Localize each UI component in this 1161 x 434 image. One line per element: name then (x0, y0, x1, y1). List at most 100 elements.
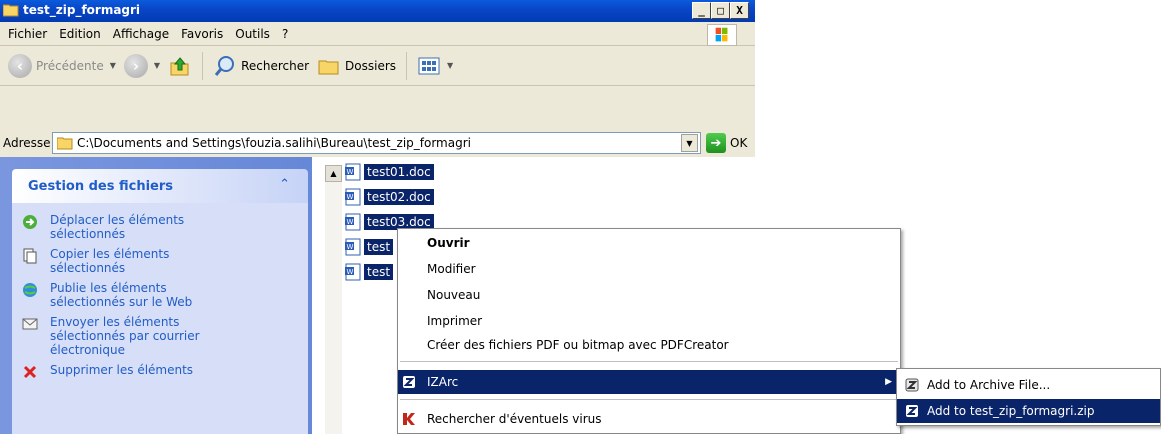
chevron-down-icon[interactable]: ▼ (447, 61, 453, 70)
svg-text:W: W (347, 268, 354, 276)
menu-separator (400, 361, 898, 362)
menu-item-virus-scan[interactable]: Rechercher d'éventuels virus (398, 407, 900, 431)
antivirus-icon (403, 413, 415, 425)
menu-fichier[interactable]: Fichier (2, 27, 53, 41)
file-name: test01.doc (364, 163, 434, 180)
task-copy[interactable]: Copier les éléments sélectionnés (12, 247, 308, 275)
delete-icon (23, 365, 37, 379)
menu-help[interactable]: ? (276, 27, 294, 41)
panel-header[interactable]: Gestion des fichiers ⌃ (12, 169, 308, 203)
task-label: Déplacer les éléments sélectionnés (50, 213, 185, 241)
task-publish[interactable]: Publie les éléments sélectionnés sur le … (12, 281, 308, 309)
scroll-up-arrow-icon[interactable]: ▲ (325, 165, 342, 182)
word-document-icon: W (345, 163, 361, 180)
email-icon (22, 318, 38, 330)
menu-outils[interactable]: Outils (229, 27, 276, 41)
collapse-chevron-icon[interactable]: ⌃ (279, 177, 290, 192)
word-document-icon: W (345, 188, 361, 205)
up-folder-icon (170, 56, 189, 75)
back-label: Précédente (36, 58, 104, 73)
forward-arrow-icon: › (123, 53, 148, 78)
maximize-button[interactable]: □ (711, 2, 730, 19)
word-document-icon: W (345, 263, 361, 280)
address-bar: Adresse C:\Documents and Settings\fouzia… (0, 129, 755, 157)
search-label: Rechercher (241, 58, 310, 73)
views-button[interactable]: ▼ (413, 51, 457, 81)
web-publish-icon (23, 283, 37, 297)
toolbar-separator (406, 51, 408, 80)
menu-edition[interactable]: Edition (53, 27, 107, 41)
go-button[interactable]: ➔ OK (706, 133, 747, 153)
task-label: Supprimer les éléments (50, 363, 194, 377)
context-menu: Ouvrir Modifier Nouveau Imprimer Créer d… (397, 228, 901, 434)
file-name: test (364, 263, 394, 280)
folder-icon (3, 4, 19, 17)
menu-item-imprimer[interactable]: Imprimer (398, 309, 900, 333)
address-path: C:\Documents and Settings\fouzia.salihi\… (77, 136, 471, 150)
file-item[interactable]: W test (344, 261, 394, 282)
izarc-icon (403, 376, 415, 388)
views-grid-icon (418, 57, 440, 74)
menu-favoris[interactable]: Favoris (175, 27, 229, 41)
chevron-down-icon[interactable]: ▼ (110, 61, 116, 70)
izarc-icon (905, 378, 919, 392)
menu-item-pdfcreator[interactable]: Créer des fichiers PDF ou bitmap avec PD… (398, 333, 900, 357)
window-title: test_zip_formagri (23, 3, 141, 17)
menu-separator (400, 399, 898, 400)
title-bar[interactable]: test_zip_formagri _ □ X (0, 0, 755, 22)
search-icon (214, 55, 235, 76)
folder-icon (57, 137, 73, 150)
vertical-scrollbar[interactable]: ▲ (325, 165, 342, 434)
izarc-icon (906, 405, 918, 417)
move-icon (23, 215, 37, 229)
menu-affichage[interactable]: Affichage (107, 27, 175, 41)
file-item[interactable]: W test (344, 236, 394, 257)
toolbar: ‹ Précédente ▼ › ▼ Rechercher Dossiers ▼ (0, 46, 755, 86)
address-input[interactable]: C:\Documents and Settings\fouzia.salihi\… (52, 132, 701, 154)
task-email[interactable]: Envoyer les éléments sélectionnés par co… (12, 315, 308, 357)
forward-button[interactable]: › ▼ (120, 51, 164, 81)
up-folder-button[interactable] (164, 51, 196, 81)
file-name: test02.doc (364, 188, 434, 205)
address-dropdown-button[interactable]: ▼ (681, 134, 698, 152)
panel-body: Déplacer les éléments sélectionnés Copie… (12, 203, 308, 434)
back-button[interactable]: ‹ Précédente ▼ (4, 51, 120, 81)
search-button[interactable]: Rechercher (209, 51, 313, 81)
folders-icon (318, 60, 339, 74)
task-label: Publie les éléments sélectionnés sur le … (50, 281, 193, 309)
chevron-down-icon[interactable]: ▼ (154, 61, 160, 70)
menu-item-modifier[interactable]: Modifier (398, 257, 900, 281)
word-document-icon: W (345, 238, 361, 255)
task-label: Copier les éléments sélectionnés (50, 247, 170, 275)
izarc-submenu: Add to Archive File... Add to test_zip_f… (896, 368, 1161, 426)
task-pane: Gestion des fichiers ⌃ Déplacer les élém… (0, 157, 312, 434)
address-label: Adresse (3, 136, 51, 150)
file-item[interactable]: W test02.doc (344, 186, 434, 207)
submenu-arrow-icon: ▶ (885, 377, 892, 387)
minimize-button[interactable]: _ (692, 2, 711, 19)
menu-item-izarc[interactable]: IZArc ▶ (398, 370, 900, 394)
file-item[interactable]: W test01.doc (344, 161, 434, 182)
svg-text:W: W (347, 243, 354, 251)
task-move[interactable]: Déplacer les éléments sélectionnés (12, 213, 308, 241)
svg-text:W: W (347, 193, 354, 201)
word-document-icon: W (345, 213, 361, 230)
task-label: Envoyer les éléments sélectionnés par co… (50, 315, 200, 357)
menu-item-nouveau[interactable]: Nouveau (398, 283, 900, 307)
close-button[interactable]: X (730, 2, 749, 19)
windows-logo-icon (707, 24, 737, 46)
menu-item-add-to-archive[interactable]: Add to Archive File... (897, 373, 1160, 397)
back-arrow-icon: ‹ (8, 53, 32, 78)
go-arrow-icon: ➔ (706, 133, 726, 153)
file-tasks-panel: Gestion des fichiers ⌃ Déplacer les élém… (12, 169, 308, 434)
go-label: OK (730, 136, 748, 150)
menu-item-ouvrir[interactable]: Ouvrir (398, 231, 900, 255)
panel-title: Gestion des fichiers (28, 178, 174, 194)
toolbar-separator (202, 51, 204, 80)
file-name: test (364, 238, 394, 255)
folders-button[interactable]: Dossiers (313, 51, 400, 81)
task-delete[interactable]: Supprimer les éléments (12, 363, 308, 380)
copy-icon (23, 248, 37, 264)
menu-item-add-to-zip[interactable]: Add to test_zip_formagri.zip (897, 399, 1160, 423)
folders-label: Dossiers (345, 58, 397, 73)
